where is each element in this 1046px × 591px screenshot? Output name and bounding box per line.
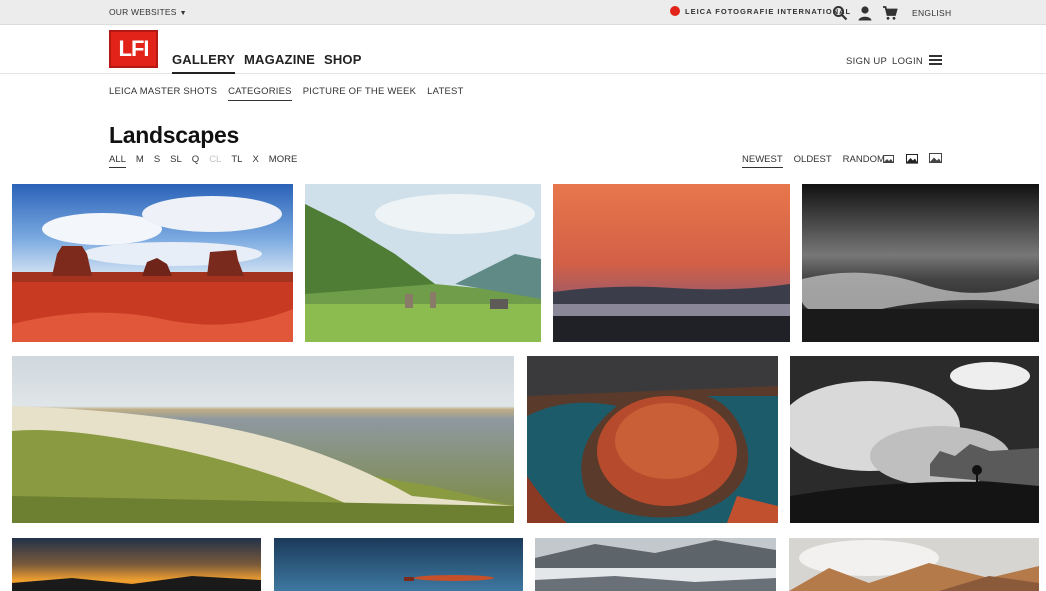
filter-cl: CL bbox=[209, 154, 222, 165]
filter-m[interactable]: M bbox=[136, 154, 144, 168]
monument-valley-image bbox=[12, 184, 293, 342]
language-selector[interactable]: ENGLISH bbox=[912, 8, 951, 18]
misty-mountains-image bbox=[535, 538, 776, 591]
sort-bar: NEWEST OLDEST RANDOM bbox=[742, 154, 885, 168]
nav-magazine[interactable]: MAGAZINE bbox=[244, 52, 315, 74]
green-valley-image bbox=[305, 184, 541, 342]
cart-icon[interactable] bbox=[882, 5, 898, 21]
filter-x[interactable]: X bbox=[252, 154, 258, 168]
red-dusk-image bbox=[553, 184, 790, 342]
main-header: LFI GALLERY MAGAZINE SHOP SIGN UP LOGIN bbox=[0, 26, 1046, 74]
bw-dunes-image bbox=[802, 184, 1039, 342]
our-websites-label: OUR WEBSITES bbox=[109, 7, 177, 17]
user-icon[interactable] bbox=[857, 5, 873, 21]
gallery-thumbnail[interactable] bbox=[527, 356, 778, 523]
gallery-thumbnail[interactable] bbox=[790, 356, 1039, 523]
login-link[interactable]: LOGIN bbox=[892, 56, 923, 67]
gallery-thumbnail[interactable] bbox=[12, 356, 514, 523]
gallery-subnav: LEICA MASTER SHOTS CATEGORIES PICTURE OF… bbox=[109, 86, 464, 101]
gallery-thumbnail[interactable] bbox=[12, 538, 261, 591]
sort-newest[interactable]: NEWEST bbox=[742, 154, 783, 168]
horseshoe-bend-image bbox=[527, 356, 778, 523]
camera-filter-bar: ALL M S SL Q CL TL X MORE bbox=[109, 154, 297, 168]
subnav-picture-of-the-week[interactable]: PICTURE OF THE WEEK bbox=[303, 86, 416, 101]
nav-gallery[interactable]: GALLERY bbox=[172, 52, 236, 74]
filter-all[interactable]: ALL bbox=[109, 154, 126, 168]
our-websites-dropdown[interactable]: OUR WEBSITES ▼ bbox=[109, 7, 187, 17]
logo-text: LFI bbox=[118, 36, 150, 61]
top-utility-bar: OUR WEBSITES ▼ LEICA FOTOGRAFIE INTERNATI… bbox=[0, 0, 1046, 25]
filter-q[interactable]: Q bbox=[192, 154, 199, 168]
sort-random[interactable]: RANDOM bbox=[843, 154, 885, 168]
signup-link[interactable]: SIGN UP bbox=[846, 56, 887, 67]
search-icon[interactable] bbox=[832, 5, 848, 21]
steam-hills-image bbox=[789, 538, 1039, 591]
gallery-thumbnail[interactable] bbox=[535, 538, 776, 591]
filter-sl[interactable]: SL bbox=[170, 154, 182, 168]
nav-shop[interactable]: SHOP bbox=[324, 52, 362, 74]
filter-more[interactable]: MORE bbox=[269, 154, 298, 168]
gallery-thumbnail[interactable] bbox=[305, 184, 541, 342]
blue-lake-image bbox=[274, 538, 523, 591]
filter-s[interactable]: S bbox=[154, 154, 160, 168]
hamburger-menu-icon[interactable] bbox=[929, 55, 942, 65]
page-title: Landscapes bbox=[109, 122, 239, 148]
main-nav: GALLERY MAGAZINE SHOP bbox=[172, 52, 362, 74]
gallery-thumbnail[interactable] bbox=[553, 184, 790, 342]
medium-grid-view-icon[interactable] bbox=[906, 154, 918, 164]
caret-down-icon: ▼ bbox=[179, 10, 187, 17]
gallery-thumbnail[interactable] bbox=[789, 538, 1039, 591]
gallery-thumbnail[interactable] bbox=[802, 184, 1039, 342]
brand-label: LEICA FOTOGRAFIE INTERNATIONAL bbox=[685, 6, 852, 16]
gallery-thumbnail[interactable] bbox=[12, 184, 293, 342]
sunset-silhouette-image bbox=[12, 538, 261, 591]
lfi-logo[interactable]: LFI bbox=[109, 30, 158, 68]
small-grid-view-icon[interactable] bbox=[883, 154, 894, 163]
subnav-latest[interactable]: LATEST bbox=[427, 86, 463, 101]
gallery-thumbnail[interactable] bbox=[274, 538, 523, 591]
subnav-categories[interactable]: CATEGORIES bbox=[228, 86, 292, 101]
blurred-beach-image bbox=[12, 356, 514, 523]
subnav-leica-master-shots[interactable]: LEICA MASTER SHOTS bbox=[109, 86, 217, 101]
leica-red-dot-icon bbox=[670, 6, 680, 16]
filter-tl[interactable]: TL bbox=[231, 154, 242, 168]
large-grid-view-icon[interactable] bbox=[929, 153, 942, 163]
leica-brand-link[interactable]: LEICA FOTOGRAFIE INTERNATIONAL bbox=[670, 6, 851, 16]
bw-clouds-tree-image bbox=[790, 356, 1039, 523]
sort-oldest[interactable]: OLDEST bbox=[794, 154, 832, 168]
